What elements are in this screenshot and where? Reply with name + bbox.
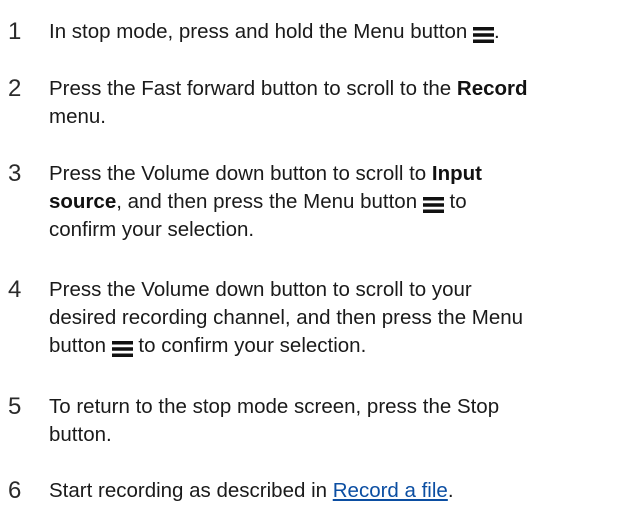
text-segment: Press the Fast forward button to scroll … bbox=[49, 77, 457, 100]
text-segment: In stop mode, press and hold the Menu bu… bbox=[49, 20, 473, 43]
step-text: To return to the stop mode screen, press… bbox=[49, 393, 643, 449]
text-segment: . bbox=[447, 479, 454, 502]
menu-icon bbox=[422, 193, 444, 213]
step-line: To return to the stop mode screen, press… bbox=[49, 393, 643, 421]
step-text: Start recording as described in Record a… bbox=[49, 477, 643, 505]
text-segment: menu. bbox=[49, 105, 106, 128]
step-line: Press the Volume down button to scroll t… bbox=[49, 276, 643, 304]
menu-name-bold: Record bbox=[456, 77, 528, 100]
step-text: Press the Fast forward button to scroll … bbox=[49, 75, 643, 131]
step-number: 2 bbox=[8, 75, 22, 102]
text-segment: confirm your selection. bbox=[49, 218, 255, 241]
text-segment: Start recording as described in bbox=[49, 479, 333, 502]
step-text: In stop mode, press and hold the Menu bu… bbox=[49, 18, 643, 46]
record-a-file-link[interactable]: Record a file bbox=[333, 479, 448, 502]
step-line: menu. bbox=[49, 103, 643, 131]
step-line: source, and then press the Menu button t… bbox=[49, 188, 643, 216]
text-segment: To return to the stop mode screen, press… bbox=[49, 395, 500, 418]
menu-icon bbox=[472, 23, 494, 43]
step-line: button to confirm your selection. bbox=[49, 332, 643, 360]
text-segment: desired recording channel, and then pres… bbox=[49, 306, 524, 329]
text-segment: , and then press the Menu button bbox=[116, 190, 423, 213]
step-line: desired recording channel, and then pres… bbox=[49, 304, 643, 332]
instruction-steps: 1 In stop mode, press and hold the Menu … bbox=[0, 0, 643, 507]
step-text: Press the Volume down button to scroll t… bbox=[49, 160, 643, 244]
step-number: 6 bbox=[8, 477, 22, 504]
step-number: 4 bbox=[8, 276, 22, 303]
text-segment: Press the Volume down button to scroll t… bbox=[49, 278, 472, 301]
menu-icon bbox=[111, 337, 133, 357]
step-line: button. bbox=[49, 421, 643, 449]
text-segment: button. bbox=[49, 423, 112, 446]
step-line: In stop mode, press and hold the Menu bu… bbox=[49, 18, 643, 46]
step-line: confirm your selection. bbox=[49, 216, 643, 244]
menu-name-bold: source bbox=[49, 190, 117, 213]
step-line: Press the Volume down button to scroll t… bbox=[49, 160, 643, 188]
text-segment: to confirm your selection. bbox=[132, 334, 367, 357]
step-line: Press the Fast forward button to scroll … bbox=[49, 75, 643, 103]
step-line: Start recording as described in Record a… bbox=[49, 477, 643, 505]
step-text: Press the Volume down button to scroll t… bbox=[49, 276, 643, 360]
text-segment: . bbox=[493, 20, 500, 43]
menu-name-bold: Input bbox=[431, 162, 482, 185]
text-segment: to bbox=[443, 190, 467, 213]
step-number: 5 bbox=[8, 393, 22, 420]
text-segment: Press the Volume down button to scroll t… bbox=[49, 162, 432, 185]
text-segment: button bbox=[49, 334, 112, 357]
step-number: 1 bbox=[8, 18, 22, 45]
step-number: 3 bbox=[8, 160, 22, 187]
